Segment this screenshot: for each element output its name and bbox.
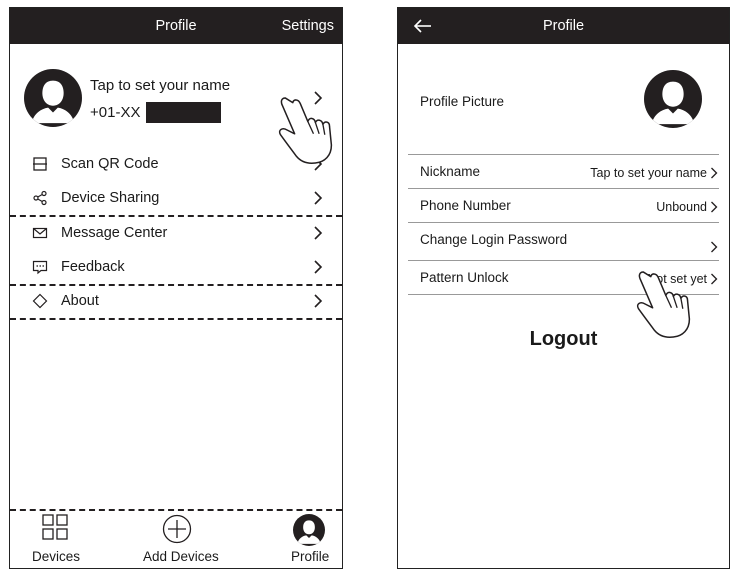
bottom-nav: Devices Add Devices Profile — [10, 508, 342, 568]
row-value: Unbound — [656, 200, 707, 214]
grid-icon — [42, 514, 68, 540]
phone-prefix: +01-XX — [90, 104, 141, 121]
row-label: Change Login Password — [420, 232, 568, 247]
row-value: Tap to set your name — [590, 166, 707, 180]
row-label: Pattern Unlock — [420, 270, 509, 285]
row-nickname[interactable]: Nickname Tap to set your name — [408, 156, 719, 188]
row-divider — [408, 260, 719, 261]
chevron-right-icon — [312, 293, 324, 309]
menu-label: Message Center — [61, 225, 168, 241]
chevron-right-icon — [312, 225, 324, 241]
tap-hand-icon — [630, 266, 696, 342]
app-header: Profile — [398, 8, 729, 44]
chevron-right-icon — [709, 200, 719, 214]
user-phone: +01-XX — [90, 102, 222, 123]
menu-item-device-sharing[interactable]: Device Sharing — [10, 183, 342, 213]
user-name-prompt: Tap to set your name — [90, 77, 231, 94]
menu-label: Scan QR Code — [61, 156, 159, 172]
row-label: Phone Number — [420, 198, 511, 213]
menu-item-message-center[interactable]: Message Center — [10, 218, 342, 248]
menu-item-feedback[interactable]: Feedback — [10, 252, 342, 282]
menu-label: Device Sharing — [61, 190, 160, 206]
envelope-icon — [32, 227, 48, 239]
chevron-right-icon — [312, 190, 324, 206]
chevron-right-icon — [709, 166, 719, 180]
app-header: Profile Settings — [10, 8, 342, 44]
person-icon — [24, 69, 82, 127]
profile-details-screen: Profile Profile Picture Nickname Tap to … — [397, 7, 730, 569]
share-icon — [33, 190, 47, 206]
feedback-icon — [32, 260, 48, 275]
chevron-right-icon — [709, 240, 719, 254]
menu-label: Feedback — [61, 259, 125, 275]
plus-circle-icon — [162, 514, 192, 544]
row-divider — [408, 188, 719, 189]
row-profile-picture[interactable]: Profile Picture — [408, 64, 719, 152]
menu-item-about[interactable]: About — [10, 286, 342, 316]
avatar[interactable] — [644, 70, 702, 128]
phone-redaction — [146, 102, 222, 123]
settings-button[interactable]: Settings — [282, 8, 334, 44]
profile-icon — [293, 514, 325, 546]
row-label: Profile Picture — [420, 94, 505, 109]
scan-icon — [33, 157, 47, 171]
avatar[interactable] — [24, 69, 82, 127]
page-title: Profile — [542, 18, 585, 34]
chevron-right-icon — [709, 272, 719, 286]
nav-label: Profile — [291, 549, 330, 564]
menu-label: About — [61, 293, 99, 309]
row-phone-number[interactable]: Phone Number Unbound — [408, 190, 719, 222]
row-label: Nickname — [420, 164, 481, 179]
tap-hand-icon — [272, 92, 338, 168]
row-change-password[interactable]: Change Login Password — [408, 224, 719, 260]
row-divider — [408, 154, 719, 155]
diamond-icon — [32, 293, 48, 309]
section-divider — [10, 318, 342, 320]
profile-screen: Profile Settings Tap to set your name +0… — [9, 7, 343, 569]
nav-label: Devices — [32, 549, 81, 564]
row-divider — [408, 222, 719, 223]
chevron-right-icon — [312, 259, 324, 275]
section-divider — [10, 215, 342, 217]
nav-label: Add Devices — [143, 549, 219, 564]
